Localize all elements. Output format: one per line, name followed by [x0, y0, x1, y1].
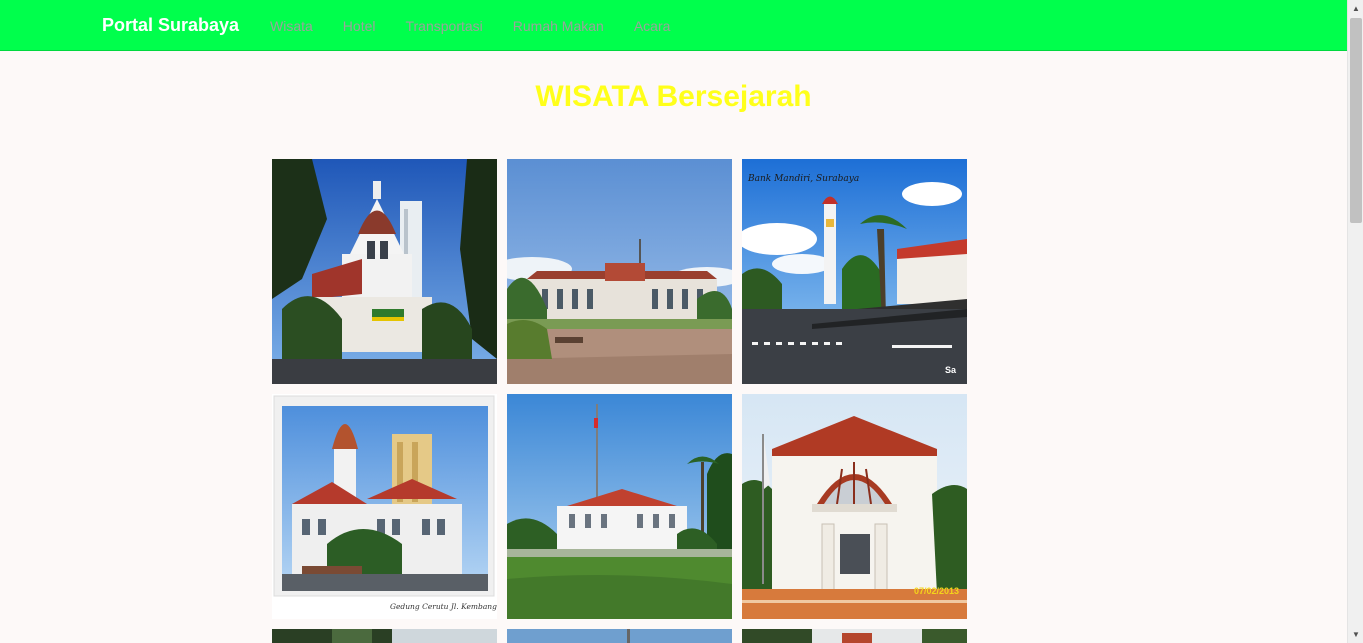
nav-link-acara[interactable]: Acara [634, 18, 671, 34]
page-title: WISATA Bersejarah [535, 80, 812, 113]
colonial-building-photo-image [507, 394, 732, 619]
gallery-photo-church[interactable] [272, 159, 497, 384]
gallery-photo-gedung-cerutu[interactable]: Gedung Cerutu Jl. Kembang Jepun, Surabay… [272, 394, 497, 619]
scroll-down-arrow-icon[interactable]: ▼ [1348, 626, 1363, 643]
row3-photo-2-image [507, 629, 732, 643]
nav-link-rumah-makan[interactable]: Rumah Makan [513, 18, 604, 34]
top-navbar: Portal Surabaya Wisata Hotel Transportas… [0, 0, 1347, 51]
scroll-up-arrow-icon[interactable]: ▲ [1348, 0, 1363, 17]
bank-mandiri-caption: Bank Mandiri, Surabaya [747, 174, 859, 184]
gallery-photo-row3-1[interactable] [272, 629, 497, 643]
row3-photo-3-image [742, 629, 967, 643]
bank-mandiri-photo-image: Bank Mandiri, Surabaya Sa [742, 159, 967, 384]
photo-date-stamp: 07/02/2013 [914, 586, 959, 596]
gallery-photo-bank-mandiri[interactable]: Bank Mandiri, Surabaya Sa [742, 159, 967, 384]
photo-watermark: Sa [945, 365, 957, 375]
gedung-cerutu-caption: Gedung Cerutu Jl. Kembang Jepun, Surabay… [390, 602, 497, 611]
nav-link-hotel[interactable]: Hotel [343, 18, 376, 34]
vertical-scrollbar[interactable]: ▲ ▼ [1347, 0, 1363, 643]
church-photo-image [272, 159, 497, 384]
gallery-photo-row3-3[interactable] [742, 629, 967, 643]
scroll-thumb[interactable] [1350, 18, 1362, 223]
city-hall-photo-image [507, 159, 732, 384]
nav-link-wisata[interactable]: Wisata [270, 18, 313, 34]
gallery-photo-station[interactable]: 07/02/2013 [742, 394, 967, 619]
nav-link-transportasi[interactable]: Transportasi [405, 18, 482, 34]
gallery-photo-city-hall[interactable] [507, 159, 732, 384]
gedung-cerutu-photo-image: Gedung Cerutu Jl. Kembang Jepun, Surabay… [272, 394, 497, 619]
nav-menu: Wisata Hotel Transportasi Rumah Makan Ac… [270, 18, 670, 34]
row3-photo-1-image [272, 629, 497, 643]
brand-link[interactable]: Portal Surabaya [102, 15, 239, 36]
gallery-photo-colonial-building[interactable] [507, 394, 732, 619]
station-photo-image: 07/02/2013 [742, 394, 967, 619]
gallery-photo-row3-2[interactable] [507, 629, 732, 643]
